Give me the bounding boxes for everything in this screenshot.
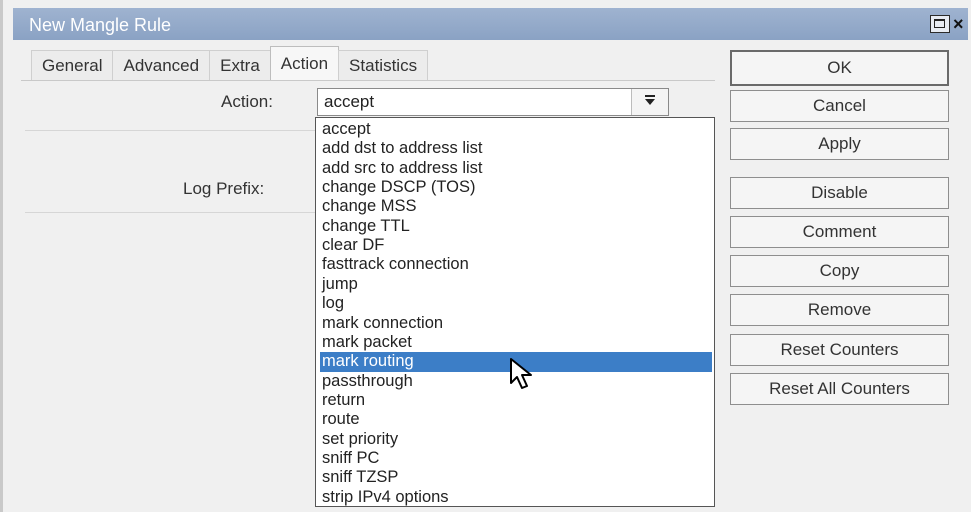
action-dropdown-list[interactable]: accept add dst to address list add src to … <box>315 117 715 507</box>
dropdown-option[interactable]: add dst to address list <box>320 139 712 158</box>
apply-button[interactable]: Apply <box>730 128 949 160</box>
mangle-rule-window: New Mangle Rule × General Advanced Extra… <box>0 0 971 512</box>
ok-button[interactable]: OK <box>730 50 949 86</box>
action-label: Action: <box>221 92 273 111</box>
divider <box>25 212 315 213</box>
dropdown-option[interactable]: add src to address list <box>320 159 712 178</box>
dropdown-option[interactable]: mark connection <box>320 314 712 333</box>
tab-extra[interactable]: Extra <box>209 50 271 80</box>
tab-action[interactable]: Action <box>269 46 340 80</box>
disable-button[interactable]: Disable <box>730 177 949 209</box>
divider <box>25 130 315 131</box>
remove-button[interactable]: Remove <box>730 294 949 326</box>
maximize-icon[interactable] <box>930 15 950 33</box>
dropdown-option[interactable]: mark packet <box>320 333 712 352</box>
dropdown-option[interactable]: change DSCP (TOS) <box>320 178 712 197</box>
dropdown-option[interactable]: sniff PC <box>320 449 712 468</box>
action-select[interactable]: accept <box>317 88 669 116</box>
dropdown-option[interactable]: strip IPv4 options <box>320 488 712 507</box>
dropdown-option[interactable]: sniff TZSP <box>320 468 712 487</box>
dropdown-option[interactable]: return <box>320 391 712 410</box>
tab-general[interactable]: General <box>31 50 114 80</box>
dropdown-option[interactable]: clear DF <box>320 236 712 255</box>
window-title: New Mangle Rule <box>29 15 172 35</box>
dropdown-option[interactable]: change MSS <box>320 197 712 216</box>
action-select-value: accept <box>324 92 375 111</box>
cancel-button[interactable]: Cancel <box>730 90 949 122</box>
dropdown-option[interactable]: fasttrack connection <box>320 255 712 274</box>
dropdown-option[interactable]: log <box>320 294 712 313</box>
title-bar[interactable]: New Mangle Rule × <box>13 8 968 40</box>
dropdown-option[interactable]: set priority <box>320 430 712 449</box>
tab-statistics[interactable]: Statistics <box>338 50 429 80</box>
close-icon[interactable]: × <box>953 15 968 33</box>
log-prefix-label: Log Prefix: <box>183 179 265 198</box>
reset-all-counters-button[interactable]: Reset All Counters <box>730 373 949 405</box>
tab-bar: General Advanced Extra Action Statistics <box>31 46 429 80</box>
mouse-pointer-icon <box>510 358 532 389</box>
chevron-down-icon[interactable] <box>631 89 668 115</box>
reset-counters-button[interactable]: Reset Counters <box>730 334 949 366</box>
dropdown-option[interactable]: accept <box>320 120 712 139</box>
copy-button[interactable]: Copy <box>730 255 949 287</box>
dropdown-option[interactable]: change TTL <box>320 217 712 236</box>
dropdown-option[interactable]: route <box>320 410 712 429</box>
comment-button[interactable]: Comment <box>730 216 949 248</box>
dropdown-option[interactable]: jump <box>320 275 712 294</box>
tab-advanced[interactable]: Advanced <box>112 50 211 80</box>
